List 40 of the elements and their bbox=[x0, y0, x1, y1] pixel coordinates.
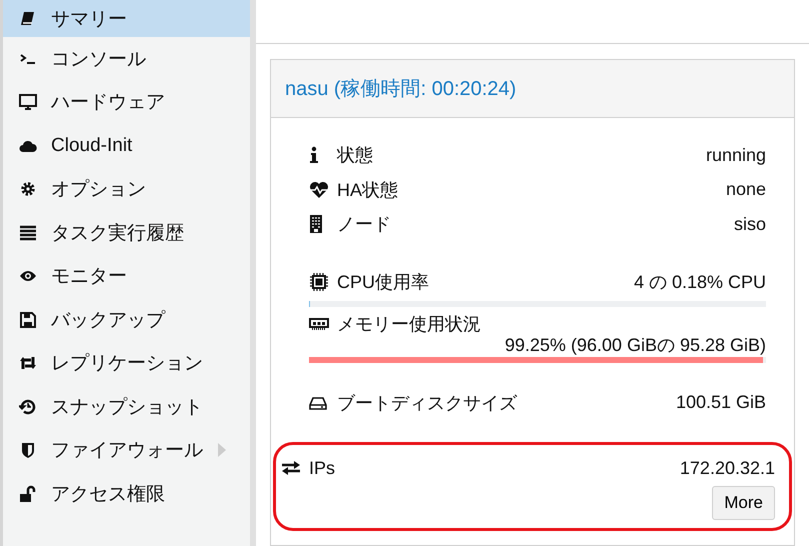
panel-title: nasu (稼働時間: 00:20:24) bbox=[271, 60, 794, 118]
field-label: メモリー使用状況 bbox=[337, 312, 482, 336]
nav-item[interactable]: タスク実行履歴 bbox=[3, 211, 250, 254]
field-label: CPU使用率 bbox=[337, 270, 430, 294]
field-label: ブートディスクサイズ bbox=[337, 392, 518, 415]
nav-item[interactable]: Cloud-Init bbox=[3, 124, 250, 168]
nav-item[interactable]: ファイアウォール bbox=[3, 428, 250, 472]
nav-item[interactable]: サマリー bbox=[3, 0, 250, 37]
field-label: 状態 bbox=[337, 144, 374, 168]
list-icon bbox=[18, 224, 38, 242]
field-value: 172.20.32.1 bbox=[680, 458, 775, 479]
exchange-arrows-icon bbox=[281, 460, 301, 476]
field-label: IPs bbox=[309, 458, 336, 479]
nav-item[interactable]: コンソール bbox=[3, 37, 250, 80]
field-value: none bbox=[726, 179, 766, 200]
cpu-chip-icon bbox=[309, 272, 329, 292]
field-value: 100.51 GiB bbox=[676, 392, 766, 414]
nav-item[interactable]: バックアップ bbox=[3, 298, 250, 342]
field-value: 4 の 0.18% CPU bbox=[634, 270, 766, 294]
heartbeat-icon bbox=[309, 180, 329, 199]
monitor-icon bbox=[18, 93, 38, 112]
field-label: ノード bbox=[337, 213, 392, 236]
field-value: siso bbox=[734, 214, 766, 235]
field-label: HA状態 bbox=[337, 178, 400, 202]
memory-module-icon bbox=[309, 316, 329, 330]
field-value: running bbox=[706, 144, 766, 166]
nav-item[interactable]: ハードウェア bbox=[3, 80, 250, 124]
expand-arrow-icon[interactable] bbox=[218, 443, 226, 458]
nav-item[interactable]: オプション bbox=[3, 168, 250, 211]
building-icon bbox=[309, 214, 323, 234]
hard-drive-icon bbox=[309, 394, 327, 411]
nav-item[interactable]: モニター bbox=[3, 254, 250, 298]
nav-item[interactable]: レプリケーション bbox=[3, 342, 250, 385]
more-button[interactable]: More bbox=[712, 486, 775, 520]
field-value: 99.25% (96.00 GiBの 95.28 GiB) bbox=[504, 334, 766, 354]
info-icon bbox=[309, 146, 319, 164]
history-icon bbox=[18, 398, 38, 416]
nav-item[interactable]: アクセス権限 bbox=[3, 472, 250, 516]
unlocked-padlock-icon bbox=[18, 484, 38, 503]
nav-item[interactable]: スナップショット bbox=[3, 385, 250, 428]
